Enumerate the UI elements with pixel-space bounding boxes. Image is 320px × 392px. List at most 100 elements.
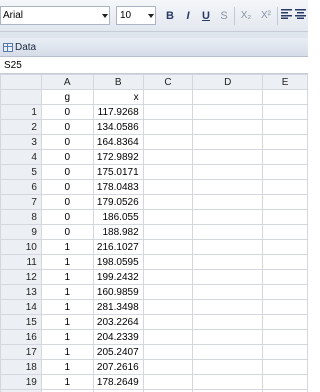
cell-d[interactable] (192, 374, 264, 390)
cell-d[interactable] (192, 344, 264, 360)
cell-c[interactable] (142, 239, 194, 255)
cell-c[interactable] (142, 284, 194, 300)
cell-a[interactable]: 0 (40, 164, 94, 180)
underline-button[interactable]: U (198, 8, 214, 24)
cell-c[interactable] (142, 179, 194, 195)
bold-button[interactable]: B (162, 8, 178, 24)
align-left-icon[interactable] (280, 8, 292, 24)
cell-c[interactable] (142, 209, 194, 225)
cell-a[interactable]: 1 (40, 299, 94, 315)
cell-a[interactable]: 1 (40, 359, 94, 375)
cell-b[interactable]: 117.9268 (92, 104, 144, 120)
cell-d[interactable] (192, 119, 264, 135)
cell-c[interactable] (142, 134, 194, 150)
cell-b[interactable]: 203.2264 (92, 314, 144, 330)
cell-e[interactable] (262, 374, 308, 390)
cell-c[interactable] (142, 254, 194, 270)
cell-e[interactable] (262, 89, 308, 105)
align-center-icon[interactable] (294, 8, 306, 24)
cell-a[interactable]: 0 (40, 179, 94, 195)
row-header[interactable]: 7 (0, 194, 42, 210)
column-header-b[interactable]: B (92, 74, 144, 90)
cell-a[interactable]: 0 (40, 119, 94, 135)
cell-a[interactable]: 0 (40, 149, 94, 165)
column-header-d[interactable]: D (192, 74, 264, 90)
cell-a[interactable]: 1 (40, 374, 94, 390)
cell-e[interactable] (262, 134, 308, 150)
cell-d[interactable] (192, 104, 264, 120)
column-header-c[interactable]: C (142, 74, 194, 90)
cell-b[interactable]: 175.0171 (92, 164, 144, 180)
cell-e[interactable] (262, 314, 308, 330)
cell-c[interactable] (142, 374, 194, 390)
cell-a[interactable]: 0 (40, 209, 94, 225)
row-header[interactable] (0, 89, 42, 105)
cell-e[interactable] (262, 119, 308, 135)
cell-d[interactable] (192, 134, 264, 150)
cell-e[interactable] (262, 269, 308, 285)
font-size-dropdown[interactable]: 10 (116, 6, 156, 25)
row-header[interactable]: 8 (0, 209, 42, 225)
cell-b[interactable]: 188.982 (92, 224, 144, 240)
cell-d[interactable] (192, 209, 264, 225)
column-header-a[interactable]: A (40, 74, 94, 90)
cell-d[interactable] (192, 239, 264, 255)
cell-e[interactable] (262, 104, 308, 120)
cell-c[interactable] (142, 89, 194, 105)
cell-c[interactable] (142, 344, 194, 360)
cell-c[interactable] (142, 269, 194, 285)
row-header[interactable]: 19 (0, 374, 42, 390)
cell-d[interactable] (192, 299, 264, 315)
cell-e[interactable] (262, 254, 308, 270)
cell-b[interactable]: 281.3498 (92, 299, 144, 315)
cell-b[interactable]: 205.2407 (92, 344, 144, 360)
cell-d[interactable] (192, 269, 264, 285)
cell-c[interactable] (142, 149, 194, 165)
cell-d[interactable] (192, 224, 264, 240)
cell-b[interactable]: 216.1027 (92, 239, 144, 255)
row-header[interactable]: 1 (0, 104, 42, 120)
row-header[interactable]: 9 (0, 224, 42, 240)
cell-d[interactable] (192, 359, 264, 375)
cell-c[interactable] (142, 164, 194, 180)
cell-e[interactable] (262, 359, 308, 375)
cell-b[interactable]: 199.2432 (92, 269, 144, 285)
cell-e[interactable] (262, 194, 308, 210)
row-header[interactable]: 10 (0, 239, 42, 255)
cell-e[interactable] (262, 299, 308, 315)
cell-b[interactable]: 164.8364 (92, 134, 144, 150)
cell-c[interactable] (142, 119, 194, 135)
cell-a[interactable]: 1 (40, 239, 94, 255)
cell-b[interactable]: 160.9859 (92, 284, 144, 300)
row-header[interactable]: 18 (0, 359, 42, 375)
cell-e[interactable] (262, 344, 308, 360)
cell-d[interactable] (192, 164, 264, 180)
row-header[interactable]: 3 (0, 134, 42, 150)
cell-a[interactable]: 1 (40, 254, 94, 270)
cell-a[interactable]: g (40, 89, 94, 105)
cell-e[interactable] (262, 209, 308, 225)
cell-d[interactable] (192, 89, 264, 105)
row-header[interactable]: 4 (0, 149, 42, 165)
cell-e[interactable] (262, 179, 308, 195)
cell-a[interactable]: 1 (40, 344, 94, 360)
subscript-button[interactable]: X₂ (237, 8, 255, 24)
cell-e[interactable] (262, 224, 308, 240)
row-header[interactable]: 5 (0, 164, 42, 180)
cell-c[interactable] (142, 314, 194, 330)
cell-a[interactable]: 1 (40, 269, 94, 285)
row-header[interactable]: 6 (0, 179, 42, 195)
cell-d[interactable] (192, 179, 264, 195)
column-header-e[interactable]: E (262, 74, 308, 90)
cell-e[interactable] (262, 164, 308, 180)
cell-e[interactable] (262, 329, 308, 345)
cell-b[interactable]: x (92, 89, 144, 105)
superscript-button[interactable]: X² (257, 8, 275, 24)
cell-e[interactable] (262, 149, 308, 165)
row-header[interactable]: 13 (0, 284, 42, 300)
cell-e[interactable] (262, 239, 308, 255)
cell-c[interactable] (142, 329, 194, 345)
row-header[interactable]: 2 (0, 119, 42, 135)
cell-a[interactable]: 0 (40, 104, 94, 120)
font-name-dropdown[interactable]: Arial (0, 6, 110, 25)
